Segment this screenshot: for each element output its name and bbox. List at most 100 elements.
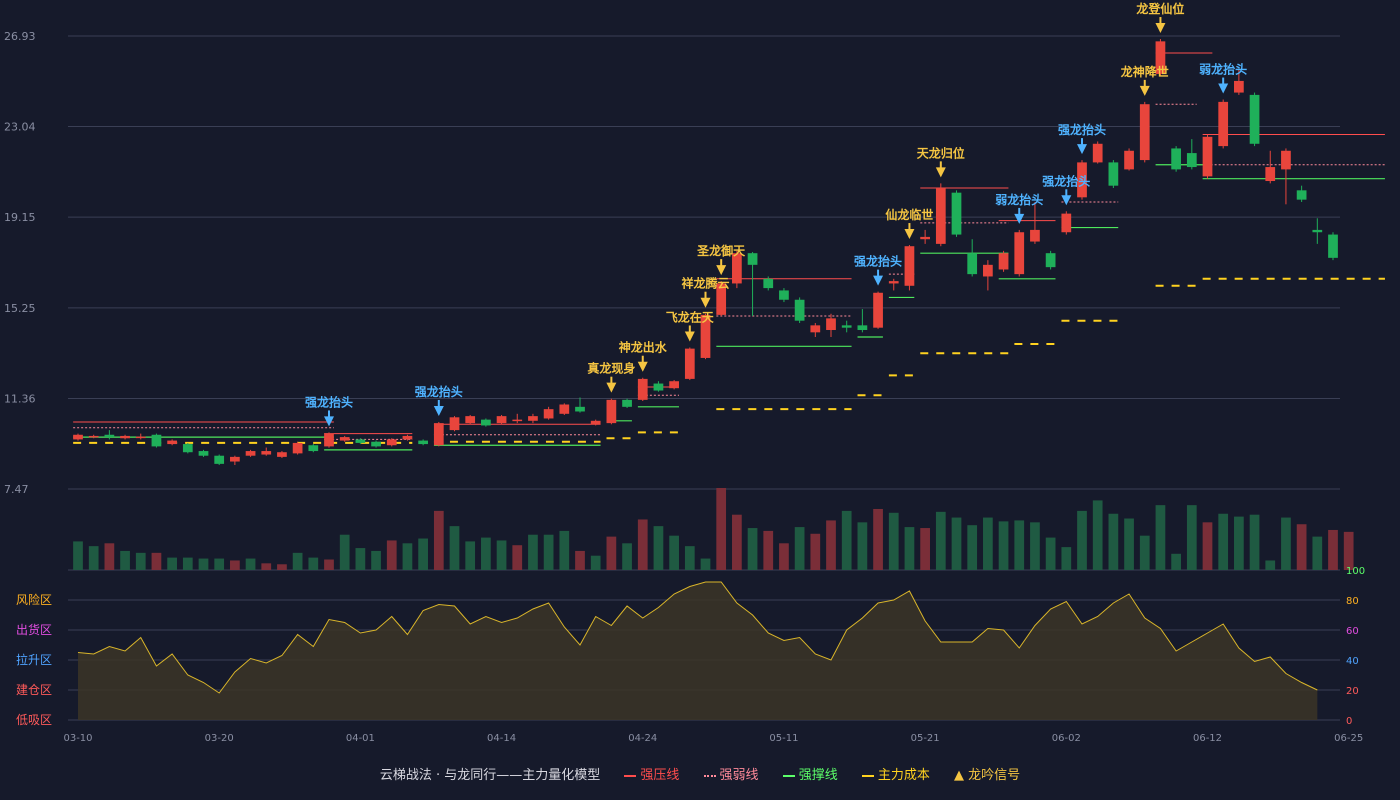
volume-bar	[198, 558, 209, 570]
candle-body	[324, 433, 334, 447]
candle-body	[1312, 229, 1323, 233]
candle-body	[763, 278, 774, 289]
signal-label: 飞龙在天	[666, 309, 715, 324]
signal-label: 神龙出水	[619, 340, 668, 355]
volume-bar	[104, 543, 115, 570]
date-tick-label: 04-01	[346, 733, 375, 744]
volume-bar	[1343, 531, 1354, 570]
volume-bar	[559, 530, 570, 570]
date-tick-label: 06-25	[1334, 733, 1363, 744]
volume-bar	[935, 511, 946, 570]
dragon-quant-chart: 26.9323.0419.1515.2511.367.47 强龙抬头强龙抬头真龙…	[4, 1, 1385, 744]
volume-bar	[1218, 513, 1229, 570]
legend-title: 云梯战法 · 与龙同行——主力量化模型	[379, 768, 601, 783]
volume-bar	[1108, 513, 1119, 570]
candle-body	[669, 381, 679, 389]
candle-body	[1030, 229, 1040, 242]
candle-body	[73, 434, 83, 440]
candle-body	[810, 325, 821, 333]
volume-bar	[794, 527, 805, 570]
candle-body	[120, 435, 130, 439]
volume-bar	[684, 546, 695, 570]
volume-bar	[967, 525, 978, 570]
candle-body	[684, 348, 695, 379]
candle-body	[559, 404, 570, 414]
candle-body	[747, 253, 758, 265]
oscillator-tick-label: 0	[1346, 716, 1352, 727]
candle-body	[779, 290, 789, 300]
candle-body	[277, 452, 287, 457]
candle-body	[339, 437, 350, 441]
candle-body	[261, 451, 272, 455]
pressure-line-swatch	[624, 774, 637, 777]
candle-body	[449, 417, 460, 431]
candle-body	[857, 325, 868, 331]
signal-label: 祥龙腾云	[681, 276, 729, 291]
price-tick-label: 23.04	[4, 121, 36, 134]
volume-bar	[1312, 536, 1323, 570]
candle-body	[622, 399, 632, 407]
price-tick-label: 19.15	[4, 211, 36, 224]
candle-body	[575, 406, 585, 412]
candle-body	[1092, 143, 1103, 163]
candle-body	[1296, 190, 1307, 200]
volume-bar	[402, 543, 413, 570]
legend-item-pressure[interactable]: 强压线	[624, 768, 683, 783]
volume-bar	[245, 558, 256, 570]
volume-bar	[732, 514, 742, 570]
price-axis: 26.93 23.04 19.15 15.25 11.36 7.47	[4, 30, 36, 496]
oscillator-tick-label: 60	[1346, 626, 1359, 637]
candle-body	[528, 416, 538, 421]
volume-bar	[73, 541, 83, 570]
oscillator-tick-label: 20	[1346, 686, 1359, 697]
legend-item-support[interactable]: 强撑线	[782, 768, 842, 783]
volume-bar	[606, 536, 617, 570]
oscillator-panel: 100 80 60 40 20 0 风险区出货区拉升区建仓区低吸区	[16, 566, 1365, 727]
legend-item-weak[interactable]: 强弱线	[703, 768, 763, 783]
candle-body	[371, 441, 381, 447]
volume-bar	[857, 522, 868, 570]
volume-bar	[1045, 537, 1056, 570]
signal-label: 龙登仙位	[1136, 1, 1184, 16]
signal-label: 强龙抬头	[415, 384, 463, 399]
volume-bar	[230, 560, 240, 570]
volume-bar	[888, 512, 899, 570]
candle-body	[512, 419, 523, 422]
volume-bar	[873, 508, 883, 570]
candle-body	[1171, 148, 1181, 170]
candle-body	[402, 435, 413, 440]
candle-body	[1202, 136, 1213, 177]
volume-bar	[637, 519, 648, 570]
date-tick-label: 05-11	[769, 733, 798, 744]
candle-body	[983, 264, 993, 277]
candle-body	[245, 451, 256, 456]
oscillator-zone-label: 出货区	[16, 622, 52, 637]
volume-bar	[88, 546, 99, 570]
legend-item-signal[interactable]: ▲ 龙吟信号	[954, 768, 1020, 783]
volume-bar	[810, 533, 821, 570]
volume-bar	[779, 543, 789, 570]
volume-bar	[449, 526, 460, 570]
candle-body	[826, 318, 836, 331]
legend-label-cost: 主力成本	[877, 768, 930, 783]
candle-body	[841, 325, 852, 328]
candle-body	[1186, 153, 1197, 168]
volume-bar	[747, 528, 758, 570]
volume-bar	[418, 538, 428, 570]
candle-body	[182, 444, 193, 453]
signal-label: 仙龙临世	[885, 207, 933, 222]
volume-bar	[1092, 500, 1103, 570]
candle-body	[951, 192, 962, 235]
volume-bar	[622, 543, 632, 570]
volume-bar	[135, 552, 146, 570]
candle-body	[1328, 234, 1338, 258]
volume-bar	[308, 557, 319, 570]
candle-body	[1061, 213, 1072, 233]
volume-bar	[371, 550, 381, 570]
signal-label: 强龙抬头	[305, 394, 353, 409]
volume-bar	[590, 555, 601, 570]
legend-item-cost[interactable]: 主力成本	[861, 768, 934, 783]
candle-body	[967, 253, 978, 275]
price-tick-label: 7.47	[4, 483, 29, 496]
signal-label: 强龙抬头	[854, 254, 902, 269]
